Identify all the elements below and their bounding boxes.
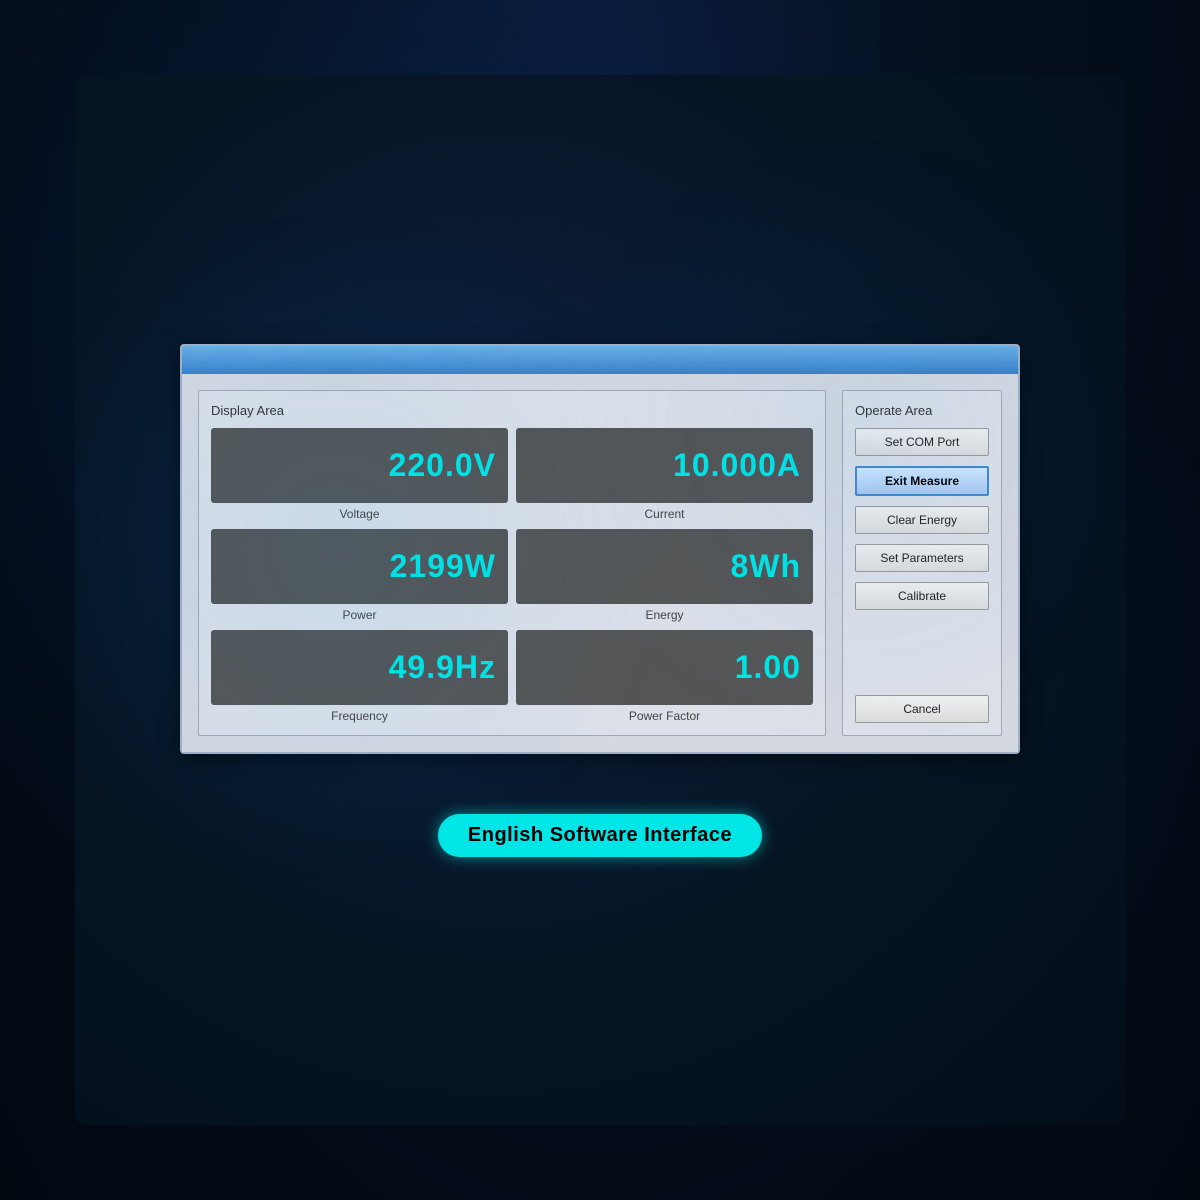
metric-value-power-factor: 1.00 — [735, 649, 801, 686]
set-parameters-button[interactable]: Set Parameters — [855, 544, 989, 572]
metric-display-power-factor: 1.00 — [516, 630, 813, 705]
operate-area: Operate Area Set COM Port Exit Measure C… — [842, 390, 1002, 736]
metric-cell-power-factor: 1.00 Power Factor — [516, 630, 813, 723]
metric-display-energy: 8Wh — [516, 529, 813, 604]
exit-measure-button[interactable]: Exit Measure — [855, 466, 989, 496]
metric-value-power: 2199W — [390, 548, 496, 585]
metric-label-current: Current — [644, 507, 684, 521]
set-com-port-button[interactable]: Set COM Port — [855, 428, 989, 456]
main-container: Display Area 220.0V Voltage 10.000A — [75, 75, 1125, 1125]
metric-cell-energy: 8Wh Energy — [516, 529, 813, 622]
metric-display-voltage: 220.0V — [211, 428, 508, 503]
display-area-title: Display Area — [211, 403, 813, 418]
metric-display-current: 10.000A — [516, 428, 813, 503]
metric-label-voltage: Voltage — [339, 507, 379, 521]
metric-display-power: 2199W — [211, 529, 508, 604]
operate-area-title: Operate Area — [855, 403, 989, 418]
metric-cell-voltage: 220.0V Voltage — [211, 428, 508, 521]
metrics-grid: 220.0V Voltage 10.000A Current — [211, 428, 813, 723]
cancel-button[interactable]: Cancel — [855, 695, 989, 723]
metric-cell-power: 2199W Power — [211, 529, 508, 622]
button-spacer — [855, 620, 989, 695]
calibrate-button[interactable]: Calibrate — [855, 582, 989, 610]
metric-label-power-factor: Power Factor — [629, 709, 700, 723]
clear-energy-button[interactable]: Clear Energy — [855, 506, 989, 534]
interface-badge: English Software Interface — [438, 814, 762, 857]
metric-label-frequency: Frequency — [331, 709, 388, 723]
metric-display-frequency: 49.9Hz — [211, 630, 508, 705]
metric-label-power: Power — [342, 608, 376, 622]
title-bar — [182, 346, 1018, 374]
badge-container: English Software Interface — [438, 814, 762, 857]
display-area: Display Area 220.0V Voltage 10.000A — [198, 390, 826, 736]
metric-value-voltage: 220.0V — [389, 447, 496, 484]
metric-label-energy: Energy — [645, 608, 683, 622]
metric-value-current: 10.000A — [673, 447, 801, 484]
metric-value-frequency: 49.9Hz — [389, 649, 496, 686]
metric-cell-current: 10.000A Current — [516, 428, 813, 521]
metric-cell-frequency: 49.9Hz Frequency — [211, 630, 508, 723]
app-window: Display Area 220.0V Voltage 10.000A — [180, 344, 1020, 754]
window-content: Display Area 220.0V Voltage 10.000A — [182, 374, 1018, 752]
metric-value-energy: 8Wh — [730, 548, 801, 585]
